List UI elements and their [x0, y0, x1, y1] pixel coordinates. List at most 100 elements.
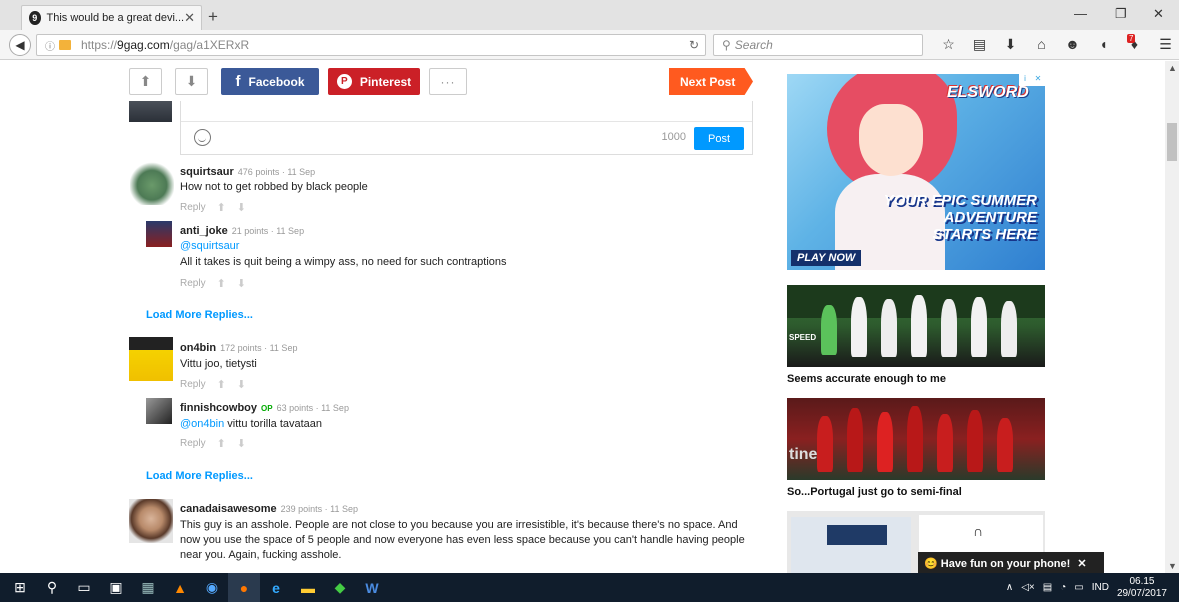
avatar[interactable]: [129, 337, 173, 381]
clock[interactable]: 06.15 29/07/2017: [1117, 576, 1167, 600]
download-icon[interactable]: ⬇: [995, 36, 1026, 53]
upvote-button[interactable]: ⬆: [129, 68, 162, 95]
avatar[interactable]: [130, 161, 174, 205]
network-icon[interactable]: ▤: [1043, 582, 1052, 593]
store-icon[interactable]: ▣: [100, 573, 132, 602]
load-more-replies[interactable]: Load More Replies...: [146, 309, 253, 321]
more-share-button[interactable]: ···: [429, 68, 467, 95]
app-icon[interactable]: ◉: [196, 573, 228, 602]
pocket-icon[interactable]: ◖: [1088, 36, 1119, 53]
ad-play-now-button[interactable]: PLAY NOW: [791, 250, 862, 266]
comment-actions: Reply ⬆ ⬇: [180, 201, 246, 214]
facebook-icon: f: [235, 73, 241, 90]
wifi-icon[interactable]: ◔: [1060, 582, 1066, 593]
action-center-icon[interactable]: ▭: [1074, 582, 1083, 593]
system-tray: ∧ ◁× ▤ ◔ ▭ IND 06.15 29/07/2017: [1006, 573, 1167, 602]
downvote-icon[interactable]: ⬇: [237, 378, 246, 391]
reload-icon[interactable]: ↻: [689, 38, 699, 52]
url-text: https://9gag.com/gag/a1XERxR: [81, 38, 250, 52]
scroll-up-icon[interactable]: ▲: [1168, 63, 1177, 73]
comment-author[interactable]: anti_joke 21 points · 11 Sep: [180, 225, 304, 237]
search-icon: ⚲: [722, 38, 731, 52]
ad-info-icon[interactable]: i: [1019, 74, 1031, 86]
emoji-icon[interactable]: [194, 129, 211, 146]
restore-icon[interactable]: ❐: [1115, 6, 1127, 22]
comment-meta: 63 points · 11 Sep: [276, 403, 349, 413]
load-more-replies[interactable]: Load More Replies...: [146, 470, 253, 482]
page-content: ⬆ ⬇ f Facebook P Pinterest ··· Next Post…: [0, 61, 1165, 573]
page-scrollbar[interactable]: ▲ ▼: [1165, 61, 1179, 573]
home-icon[interactable]: ⌂: [1026, 36, 1057, 53]
address-bar[interactable]: ⓘ https://9gag.com/gag/a1XERxR ↻: [36, 34, 706, 56]
back-button[interactable]: ◀: [9, 34, 31, 56]
reply-button[interactable]: Reply: [180, 278, 206, 289]
volume-icon[interactable]: ◁×: [1021, 582, 1035, 593]
reply-button[interactable]: Reply: [180, 202, 206, 213]
word-icon[interactable]: W: [356, 573, 388, 602]
sidebar-post-thumbnail[interactable]: SPEED: [787, 285, 1045, 367]
comment-author[interactable]: squirtsaur 476 points · 11 Sep: [180, 166, 315, 178]
start-windows-icon[interactable]: ⊞: [4, 573, 36, 602]
task-view-icon[interactable]: ▭: [68, 573, 100, 602]
comment-composer[interactable]: 1000 Post: [180, 101, 753, 155]
language-indicator[interactable]: IND: [1092, 582, 1109, 593]
new-tab-button[interactable]: +: [208, 7, 218, 27]
sidebar-post-title[interactable]: Seems accurate enough to me: [787, 373, 946, 385]
info-icon[interactable]: ⓘ: [45, 38, 55, 53]
upvote-icon[interactable]: ⬆: [217, 378, 226, 391]
show-hidden-icons-icon[interactable]: ∧: [1006, 582, 1013, 593]
upvote-icon[interactable]: ⬆: [217, 277, 226, 290]
scroll-down-icon[interactable]: ▼: [1168, 561, 1177, 571]
mention-link[interactable]: @squirtsaur: [180, 239, 239, 254]
file-explorer-icon[interactable]: ▬: [292, 573, 324, 602]
scrollbar-thumb[interactable]: [1167, 123, 1177, 161]
ad-close-icon[interactable]: ✕: [1031, 74, 1045, 86]
post-comment-button[interactable]: Post: [694, 127, 744, 150]
close-toast-icon[interactable]: ✕: [1077, 557, 1086, 570]
window-close-icon[interactable]: ✕: [1153, 6, 1164, 22]
minimize-icon[interactable]: —: [1074, 6, 1087, 21]
downvote-icon[interactable]: ⬇: [237, 201, 246, 214]
comment-author[interactable]: canadaisawesome 239 points · 11 Sep: [180, 503, 358, 515]
vlc-icon[interactable]: ▲: [164, 573, 196, 602]
sidebar-post-thumbnail[interactable]: tine: [787, 398, 1045, 480]
avatar[interactable]: [129, 499, 173, 543]
promo-toast[interactable]: 😊 Have fun on your phone! ✕: [918, 552, 1104, 573]
search-input[interactable]: ⚲ Search: [713, 34, 923, 56]
menu-icon[interactable]: ☰: [1150, 36, 1179, 53]
avatar[interactable]: [146, 221, 172, 247]
facebook-share-button[interactable]: f Facebook: [221, 68, 319, 95]
insecure-lock-icon: [59, 40, 71, 50]
ad-logo: ELSWORD: [947, 84, 1029, 101]
photos-icon[interactable]: ▦: [132, 573, 164, 602]
close-tab-icon[interactable]: ✕: [184, 10, 195, 26]
next-post-button[interactable]: Next Post: [669, 68, 753, 95]
composer-toolbar: 1000 Post: [181, 121, 752, 154]
upvote-icon[interactable]: ⬆: [217, 201, 226, 214]
browser-tab[interactable]: 9 This would be a great devi... ✕: [21, 5, 202, 30]
comment-text: This guy is an asshole. People are not c…: [180, 519, 745, 561]
upvote-icon[interactable]: ⬆: [217, 437, 226, 450]
comment-actions: Reply ⬆ ⬇: [180, 437, 246, 450]
downvote-icon[interactable]: ⬇: [237, 437, 246, 450]
mention-link[interactable]: @on4bin: [180, 418, 224, 430]
reply-button[interactable]: Reply: [180, 438, 206, 449]
reply-button[interactable]: Reply: [180, 379, 206, 390]
avatar[interactable]: [146, 398, 172, 424]
reading-list-icon[interactable]: ▤: [964, 36, 995, 53]
firefox-icon[interactable]: ●: [228, 573, 260, 602]
advertisement-banner[interactable]: ELSWORD YOUR EPIC SUMMER ADVENTURE STARTS…: [787, 74, 1045, 270]
comment-author[interactable]: on4bin 172 points · 11 Sep: [180, 342, 297, 354]
search-icon[interactable]: ⚲: [36, 573, 68, 602]
comment-text: Vittu joo, tietysti: [180, 358, 257, 370]
comment-text: @on4bin vittu torilla tavataan: [180, 418, 323, 430]
downvote-button[interactable]: ⬇: [175, 68, 208, 95]
sidebar-post-title[interactable]: So...Portugal just go to semi-final: [787, 486, 962, 498]
bookmark-star-icon[interactable]: ☆: [933, 36, 964, 53]
downvote-icon[interactable]: ⬇: [237, 277, 246, 290]
pinterest-share-button[interactable]: P Pinterest: [328, 68, 420, 95]
edge-icon[interactable]: e: [260, 573, 292, 602]
app-icon[interactable]: ◆: [324, 573, 356, 602]
comment-author[interactable]: finnishcowboy OP 63 points · 11 Sep: [180, 402, 349, 414]
chat-icon[interactable]: ☻: [1057, 36, 1088, 53]
